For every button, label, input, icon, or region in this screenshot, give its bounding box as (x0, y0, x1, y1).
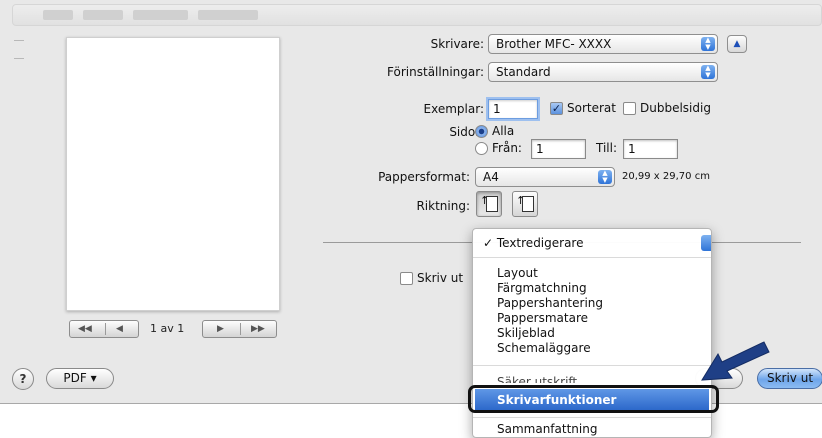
pages-from-field[interactable]: 1 (531, 139, 586, 159)
prev-page-icon[interactable]: ◀ (116, 321, 123, 337)
presets-label: Förinställningar: (387, 65, 484, 79)
paper-size-select[interactable]: A4 ▲ ▼ (475, 167, 615, 187)
pages-all-label: Alla (492, 124, 515, 138)
copies-field[interactable]: 1 (488, 99, 538, 119)
pdf-menu-button[interactable]: PDF ▾ (46, 368, 114, 389)
presets-select[interactable]: Standard ▲ ▼ (488, 62, 718, 82)
menu-item-paper-handling[interactable]: Pappershantering (473, 295, 711, 311)
last-page-icon[interactable]: ▶▶ (251, 321, 265, 337)
collated-label: Sorterat (567, 101, 616, 115)
two-sided-label: Dubbelsidig (640, 101, 711, 115)
menu-item-color-matching[interactable]: Färgmatchning (473, 280, 711, 296)
paper-size-dimensions: 20,99 x 29,70 cm (622, 171, 710, 182)
portrait-person-icon (486, 196, 498, 212)
menu-separator (473, 365, 711, 366)
print-selection-label: Skriv ut (417, 271, 464, 285)
menu-separator (473, 257, 711, 258)
printer-value: Brother MFC- XXXX (496, 37, 612, 51)
printer-label: Skrivare: (430, 37, 484, 51)
first-prev-page-buttons[interactable]: ◀◀ ◀ (69, 320, 139, 338)
next-page-icon[interactable]: ▶ (217, 321, 224, 337)
faded-document-toolbar (12, 4, 822, 26)
pages-range-radio[interactable] (475, 142, 488, 155)
collapse-details-button[interactable]: ▲ (727, 35, 747, 53)
page-preview (66, 37, 280, 311)
print-selection-checkbox[interactable] (400, 272, 413, 285)
orientation-landscape-button[interactable]: ↑ (512, 191, 538, 217)
callout-highlight-ring (468, 385, 719, 413)
presets-value: Standard (496, 65, 551, 79)
pages-from-label: Från: (492, 141, 522, 155)
first-page-icon[interactable]: ◀◀ (78, 321, 92, 337)
pages-label: Sidor: (449, 125, 484, 139)
next-last-page-buttons[interactable]: ▶ ▶▶ (202, 320, 277, 338)
pages-to-field[interactable]: 1 (623, 139, 678, 159)
preview-forward-controls: ▶ ▶▶ (202, 320, 277, 340)
help-button[interactable]: ? (12, 368, 34, 390)
ruler-mark (14, 40, 24, 41)
collated-checkbox[interactable]: ✓ (550, 102, 563, 115)
menu-item-cover-page[interactable]: Skiljeblad (473, 325, 711, 341)
page-count: 1 av 1 (150, 322, 185, 335)
menu-item-layout[interactable]: Layout (473, 265, 711, 281)
orientation-label: Riktning: (416, 199, 470, 213)
menu-item-paper-feed[interactable]: Pappersmatare (473, 310, 711, 326)
popup-arrows-icon: ▲ ▼ (598, 170, 612, 184)
popup-arrows-icon: ▲ ▼ (701, 65, 715, 79)
disclosure-up-icon: ▲ (733, 39, 741, 49)
landscape-person-icon (522, 196, 534, 212)
two-sided-checkbox[interactable] (623, 102, 636, 115)
orientation-portrait-button[interactable]: ↑ (476, 191, 502, 217)
menu-item-scheduler[interactable]: Schemaläggare (473, 340, 711, 356)
pages-all-radio[interactable] (475, 125, 488, 138)
menu-item-secure-print[interactable]: Säker utskrift (473, 375, 711, 383)
copies-label: Exemplar: (423, 102, 484, 116)
printer-select[interactable]: Brother MFC- XXXX ▲ ▼ (488, 34, 718, 54)
menu-item-summary[interactable]: Sammanfattning (473, 421, 711, 437)
popup-arrows-icon: ▲ ▼ (701, 37, 715, 51)
menu-separator (473, 417, 711, 418)
ruler-mark (14, 58, 24, 59)
menu-item-textredigerare[interactable]: ✓ Textredigerare (473, 235, 711, 251)
pages-to-label: Till: (596, 141, 618, 155)
paper-size-value: A4 (483, 170, 499, 184)
preview-back-controls: ◀◀ ◀ (69, 320, 139, 340)
paper-size-label: Pappersformat: (378, 170, 470, 184)
callout-arrow-icon (701, 341, 770, 381)
